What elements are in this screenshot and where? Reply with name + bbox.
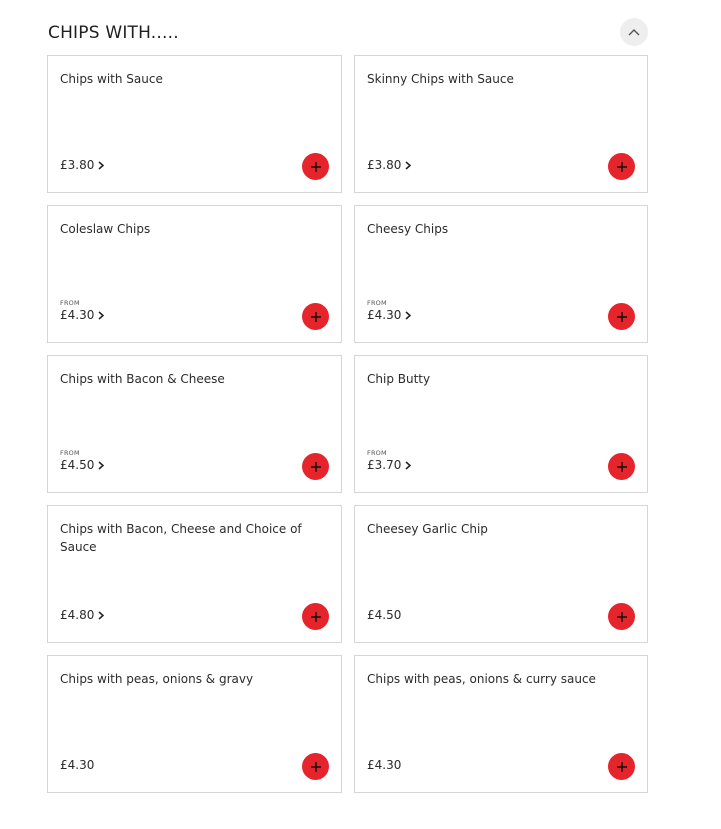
- add-to-basket-button[interactable]: [302, 753, 329, 780]
- add-to-basket-button[interactable]: [302, 153, 329, 180]
- chevron-right-icon: [98, 460, 105, 470]
- menu-item-card[interactable]: Chips with Bacon, Cheese and Choice of S…: [47, 505, 342, 643]
- add-to-basket-button[interactable]: [302, 453, 329, 480]
- chevron-right-icon: [405, 460, 412, 470]
- item-price: £3.80: [60, 158, 95, 172]
- chevron-right-icon: [405, 310, 412, 320]
- price-block: £4.30: [60, 758, 94, 772]
- item-price: £4.30: [60, 308, 95, 322]
- menu-item-card[interactable]: Cheesy Chips FROM £4.30: [354, 205, 648, 343]
- price-line: £4.30: [60, 758, 94, 772]
- item-name: Chips with Bacon, Cheese and Choice of S…: [60, 522, 302, 554]
- chevron-right-icon: [405, 160, 412, 170]
- plus-icon: [616, 761, 627, 772]
- chevron-right-icon: [98, 610, 105, 620]
- plus-icon: [310, 161, 321, 172]
- item-name: Chips with peas, onions & gravy: [60, 672, 254, 686]
- collapse-section-button[interactable]: [620, 18, 648, 46]
- menu-item-card[interactable]: Chips with peas, onions & gravy £4.30: [47, 655, 342, 793]
- item-price: £3.80: [367, 158, 402, 172]
- menu-item-card[interactable]: Chips with peas, onions & curry sauce £4…: [354, 655, 648, 793]
- menu-item-card[interactable]: Chips with Sauce £3.80: [47, 55, 342, 193]
- menu-item-card[interactable]: Cheesey Garlic Chip £4.50: [354, 505, 648, 643]
- item-price: £4.30: [60, 758, 95, 772]
- menu-items-grid: Chips with Sauce £3.80 Skinny Chips with…: [47, 55, 649, 793]
- plus-icon: [310, 761, 321, 772]
- item-price: £4.30: [367, 758, 402, 772]
- chevron-right-icon: [98, 160, 105, 170]
- item-price: £4.50: [60, 458, 95, 472]
- price-line: £3.70: [367, 458, 412, 472]
- price-line: £4.30: [367, 308, 412, 322]
- item-name: Coleslaw Chips: [60, 222, 151, 236]
- from-label: FROM: [60, 299, 80, 307]
- item-name: Chips with peas, onions & curry sauce: [367, 672, 596, 686]
- plus-icon: [310, 461, 321, 472]
- add-to-basket-button[interactable]: [608, 453, 635, 480]
- price-line: £4.30: [367, 758, 401, 772]
- price-block: FROM £4.30: [60, 299, 105, 322]
- chevron-up-icon: [628, 29, 640, 36]
- from-label: FROM: [367, 299, 387, 307]
- add-to-basket-button[interactable]: [608, 603, 635, 630]
- item-name: Skinny Chips with Sauce: [367, 72, 514, 86]
- plus-icon: [310, 311, 321, 322]
- chevron-right-icon: [98, 310, 105, 320]
- add-to-basket-button[interactable]: [608, 303, 635, 330]
- from-label: FROM: [60, 449, 80, 457]
- price-block: £4.50: [367, 608, 401, 622]
- item-name: Chips with Sauce: [60, 72, 163, 86]
- add-to-basket-button[interactable]: [302, 603, 329, 630]
- item-price: £3.70: [367, 458, 402, 472]
- menu-item-card[interactable]: Chips with Bacon & Cheese FROM £4.50: [47, 355, 342, 493]
- price-block: FROM £4.50: [60, 449, 105, 472]
- price-line: £4.50: [367, 608, 401, 622]
- price-block: £4.30: [367, 758, 401, 772]
- add-to-basket-button[interactable]: [608, 153, 635, 180]
- section-header: CHIPS WITH.....: [48, 18, 648, 48]
- price-block: £4.80: [60, 608, 105, 622]
- price-block: £3.80: [367, 158, 412, 172]
- menu-item-card[interactable]: Chip Butty FROM £3.70: [354, 355, 648, 493]
- item-name: Cheesy Chips: [367, 222, 449, 236]
- plus-icon: [616, 461, 627, 472]
- add-to-basket-button[interactable]: [608, 753, 635, 780]
- price-line: £4.80: [60, 608, 105, 622]
- item-name: Cheesey Garlic Chip: [367, 522, 488, 536]
- plus-icon: [310, 611, 321, 622]
- item-name: Chip Butty: [367, 372, 431, 386]
- price-line: £3.80: [60, 158, 105, 172]
- plus-icon: [616, 311, 627, 322]
- item-name: Chips with Bacon & Cheese: [60, 372, 225, 386]
- from-label: FROM: [367, 449, 387, 457]
- price-block: FROM £3.70: [367, 449, 412, 472]
- price-line: £4.50: [60, 458, 105, 472]
- plus-icon: [616, 161, 627, 172]
- price-line: £4.30: [60, 308, 105, 322]
- item-price: £4.80: [60, 608, 95, 622]
- item-price: £4.30: [367, 308, 402, 322]
- item-price: £4.50: [367, 608, 402, 622]
- price-block: FROM £4.30: [367, 299, 412, 322]
- menu-item-card[interactable]: Coleslaw Chips FROM £4.30: [47, 205, 342, 343]
- menu-item-card[interactable]: Skinny Chips with Sauce £3.80: [354, 55, 648, 193]
- price-line: £3.80: [367, 158, 412, 172]
- plus-icon: [616, 611, 627, 622]
- price-block: £3.80: [60, 158, 105, 172]
- section-title: CHIPS WITH.....: [48, 23, 179, 43]
- add-to-basket-button[interactable]: [302, 303, 329, 330]
